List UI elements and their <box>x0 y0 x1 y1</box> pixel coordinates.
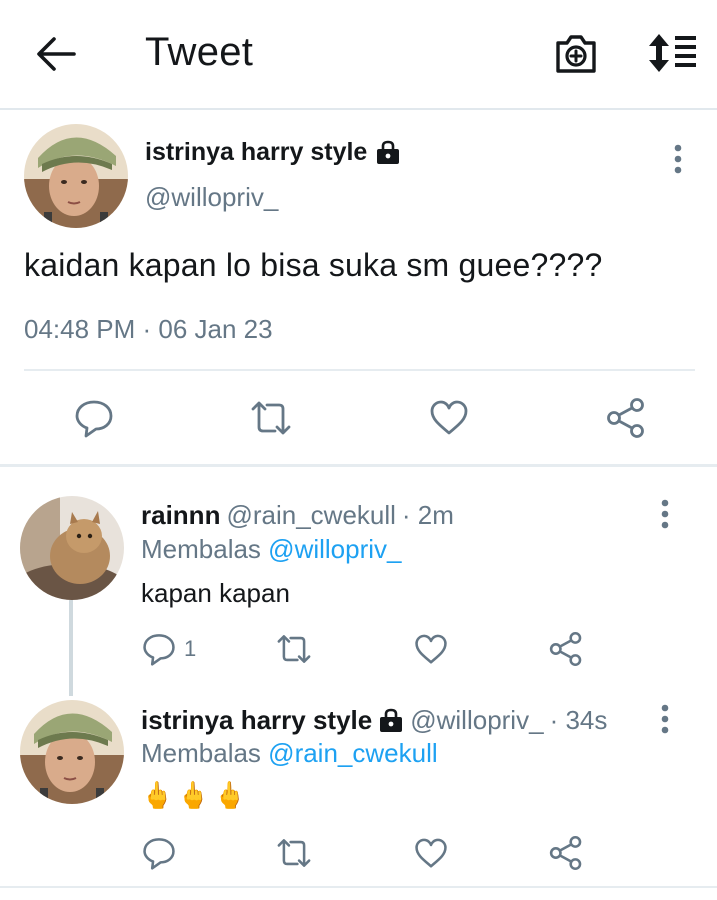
more-options-icon[interactable] <box>668 142 688 176</box>
replying-to: Membalas @rain_cwekull <box>141 738 438 769</box>
reply-time: · 2m <box>401 500 454 530</box>
avatar[interactable] <box>24 124 128 228</box>
reply-author-handle[interactable]: @willopriv_ <box>410 705 543 736</box>
reply-author-handle[interactable]: @rain_cwekull <box>226 500 395 531</box>
reply-header: rainnn @rain_cwekull · 2m <box>141 500 454 531</box>
page-title: Tweet <box>145 30 254 74</box>
reply-time: · 34s <box>549 705 608 735</box>
author-display-name[interactable]: istrinya harry style <box>145 138 367 167</box>
reply-emoji-text: 🖕🖕🖕 <box>141 780 251 810</box>
like-heart-icon[interactable] <box>414 838 448 869</box>
tweet-text: kaidan kapan lo bisa suka sm guee???? <box>24 247 603 283</box>
tweet-timestamp: 04:48 PM · 06 Jan 23 <box>24 314 273 344</box>
reply-text: kapan kapan <box>141 578 290 608</box>
retweet-icon[interactable] <box>249 399 293 437</box>
thread-connector-line <box>69 600 73 696</box>
more-options-icon[interactable] <box>655 702 675 736</box>
retweet-icon[interactable] <box>275 837 313 869</box>
like-heart-icon[interactable] <box>429 400 469 436</box>
replying-to-label: Membalas <box>141 534 261 564</box>
like-heart-icon[interactable] <box>414 634 448 665</box>
sort-icon[interactable] <box>645 33 697 73</box>
back-arrow-icon[interactable] <box>34 34 78 74</box>
avatar[interactable] <box>20 496 124 600</box>
share-icon[interactable] <box>549 632 583 666</box>
avatar[interactable] <box>20 700 124 804</box>
lock-icon <box>375 140 401 166</box>
divider <box>24 369 695 371</box>
reply-author-name[interactable]: istrinya harry style <box>141 705 372 736</box>
author-name-row: istrinya harry style <box>145 138 401 167</box>
share-icon[interactable] <box>549 836 583 870</box>
section-divider <box>0 464 717 467</box>
mention-link[interactable]: @rain_cwekull <box>268 738 437 768</box>
mention-link[interactable]: @willopriv_ <box>268 534 401 564</box>
share-icon[interactable] <box>606 398 646 438</box>
reply-action[interactable]: 1 <box>142 632 196 666</box>
author-handle[interactable]: @willopriv_ <box>145 182 278 213</box>
reply-header: istrinya harry style @willopriv_ · 34s <box>141 705 607 736</box>
more-options-icon[interactable] <box>655 497 675 531</box>
replying-to-label: Membalas <box>141 738 261 768</box>
reply-icon[interactable] <box>142 836 176 870</box>
reply-icon[interactable] <box>74 398 114 438</box>
reply-icon[interactable] <box>142 632 176 666</box>
divider <box>0 886 717 888</box>
camera-add-icon[interactable] <box>554 31 598 75</box>
replying-to: Membalas @willopriv_ <box>141 534 402 565</box>
reply-count: 1 <box>184 636 197 661</box>
retweet-icon[interactable] <box>275 633 313 665</box>
lock-icon <box>378 708 404 734</box>
reply-author-name[interactable]: rainnn <box>141 500 220 531</box>
top-app-bar <box>0 0 717 110</box>
